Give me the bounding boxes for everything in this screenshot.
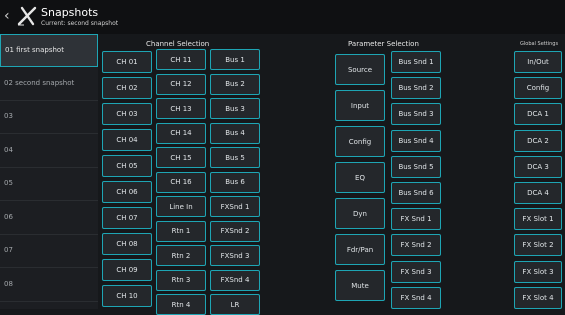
snapshot-item[interactable]: 06	[0, 202, 98, 235]
channel-button-ch-01[interactable]: CH 01	[102, 51, 152, 73]
global-button-fx-slot-3[interactable]: FX Slot 3	[514, 260, 562, 283]
channel-button-ch-16[interactable]: CH 16	[156, 171, 206, 193]
snapshot-item[interactable]: 03	[0, 101, 98, 134]
snapshot-item[interactable]: 07	[0, 235, 98, 268]
channel-button-ch-12[interactable]: CH 12	[156, 73, 206, 95]
page-title: Snapshots	[41, 6, 99, 19]
param-button-mute[interactable]: Mute	[335, 270, 385, 301]
channel-button-rtn-4[interactable]: Rtn 4	[156, 294, 206, 315]
snapshot-item[interactable]: 02 second snapshot	[0, 68, 98, 101]
channel-button-fxsnd-2[interactable]: FXSnd 2	[210, 220, 260, 242]
send-button-fx-snd-2[interactable]: FX Snd 2	[391, 234, 441, 257]
channel-button-ch-06[interactable]: CH 06	[102, 181, 152, 203]
channel-button-bus-5[interactable]: Bus 5	[210, 147, 260, 168]
channel-button-bus-6[interactable]: Bus 6	[210, 171, 260, 193]
global-button-fx-slot-1[interactable]: FX Slot 1	[514, 208, 562, 231]
channel-button-rtn-2[interactable]: Rtn 2	[156, 245, 206, 266]
channel-button-fxsnd-1[interactable]: FXSnd 1	[210, 196, 260, 217]
channel-button-bus-1[interactable]: Bus 1	[210, 49, 260, 70]
channel-button-ch-03[interactable]: CH 03	[102, 103, 152, 125]
snapshot-list: 01 first snapshot 02 second snapshot 03 04 0…	[0, 34, 98, 309]
channel-button-line-in[interactable]: Line In	[156, 196, 206, 217]
current-snapshot-label: Current: second snapshot	[41, 20, 119, 27]
channel-button-ch-04[interactable]: CH 04	[102, 129, 152, 151]
send-button-bus-snd-1[interactable]: Bus Snd 1	[391, 51, 441, 73]
channel-button-ch-02[interactable]: CH 02	[102, 77, 152, 99]
param-button-eq[interactable]: EQ	[335, 162, 385, 193]
channel-button-bus-2[interactable]: Bus 2	[210, 73, 260, 95]
channel-button-ch-09[interactable]: CH 09	[102, 259, 152, 281]
param-button-dyn[interactable]: Dyn	[335, 198, 385, 229]
channel-button-ch-08[interactable]: CH 08	[102, 233, 152, 255]
send-button-bus-snd-3[interactable]: Bus Snd 3	[391, 103, 441, 126]
global-settings-title: Global Settings	[520, 41, 559, 47]
send-button-fx-snd-3[interactable]: FX Snd 3	[391, 260, 441, 283]
channel-button-bus-4[interactable]: Bus 4	[210, 122, 260, 144]
send-button-bus-snd-4[interactable]: Bus Snd 4	[391, 129, 441, 152]
global-button-fx-slot-2[interactable]: FX Slot 2	[514, 234, 562, 257]
param-button-input[interactable]: Input	[335, 90, 385, 121]
global-button-config[interactable]: Config	[514, 77, 562, 100]
app-header: ‹ Snapshots Current: second snapshot	[0, 0, 565, 34]
send-button-fx-snd-4[interactable]: FX Snd 4	[391, 286, 441, 309]
snapshot-item[interactable]: 04	[0, 135, 98, 168]
back-arrow-icon[interactable]: ‹	[4, 9, 10, 23]
app-logo-icon	[17, 6, 37, 26]
send-button-bus-snd-6[interactable]: Bus Snd 6	[391, 182, 441, 204]
global-button-dca-1[interactable]: DCA 1	[514, 103, 562, 126]
param-button-fdr-pan[interactable]: Fdr/Pan	[335, 234, 385, 265]
channel-button-lr[interactable]: LR	[210, 294, 260, 315]
snapshot-item[interactable]: 01 first snapshot	[0, 34, 98, 67]
channel-selection-title: Channel Selection	[146, 40, 210, 48]
channel-button-ch-13[interactable]: CH 13	[156, 98, 206, 119]
send-button-bus-snd-5[interactable]: Bus Snd 5	[391, 155, 441, 178]
channel-button-rtn-3[interactable]: Rtn 3	[156, 269, 206, 291]
global-button-dca-2[interactable]: DCA 2	[514, 129, 562, 152]
param-button-config[interactable]: Config	[335, 126, 385, 157]
channel-button-fxsnd-4[interactable]: FXSnd 4	[210, 269, 260, 291]
channel-button-ch-14[interactable]: CH 14	[156, 122, 206, 144]
global-button-dca-4[interactable]: DCA 4	[514, 182, 562, 204]
send-button-bus-snd-2[interactable]: Bus Snd 2	[391, 77, 441, 100]
send-button-fx-snd-1[interactable]: FX Snd 1	[391, 208, 441, 231]
parameter-selection-title: Parameter Selection	[348, 40, 419, 48]
channel-button-ch-15[interactable]: CH 15	[156, 147, 206, 168]
snapshot-item[interactable]: 05	[0, 168, 98, 201]
channel-button-bus-3[interactable]: Bus 3	[210, 98, 260, 119]
channel-button-rtn-1[interactable]: Rtn 1	[156, 220, 206, 242]
param-button-source[interactable]: Source	[335, 54, 385, 85]
channel-button-ch-10[interactable]: CH 10	[102, 285, 152, 307]
channel-button-ch-11[interactable]: CH 11	[156, 49, 206, 70]
global-button-fx-slot-4[interactable]: FX Slot 4	[514, 286, 562, 309]
global-button-dca-3[interactable]: DCA 3	[514, 155, 562, 178]
channel-button-ch-05[interactable]: CH 05	[102, 155, 152, 177]
channel-button-ch-07[interactable]: CH 07	[102, 207, 152, 229]
snapshot-item[interactable]: 08	[0, 269, 98, 302]
global-button-in-out[interactable]: In/Out	[514, 51, 562, 73]
channel-button-fxsnd-3[interactable]: FXSnd 3	[210, 245, 260, 266]
